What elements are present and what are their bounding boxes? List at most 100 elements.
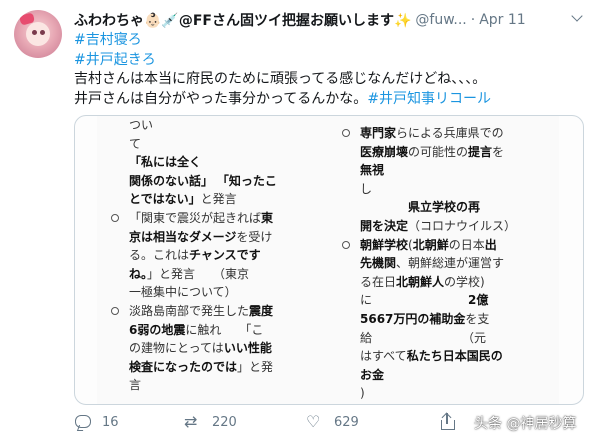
image-text-span: 医療崩壊	[360, 144, 409, 159]
image-text-span: と発言	[200, 192, 237, 207]
image-text-line: 無視	[360, 161, 384, 180]
reply-icon	[74, 413, 92, 431]
image-text-line: 検査になったのでは」と発	[129, 358, 273, 377]
image-text-line: 「関東で震災が起きれば東	[111, 209, 274, 228]
image-text-span: 私たち日本国民の	[406, 349, 503, 364]
image-text-span: 」と発言 （東京	[147, 266, 250, 281]
image-text-span: 東	[261, 211, 274, 225]
image-text-span: の日本	[448, 237, 485, 252]
image-text-span: 一極集中について）	[129, 285, 237, 300]
image-text-span: チャンスです	[189, 248, 261, 263]
image-text-line: 淡路島南部で発生した震度	[111, 302, 274, 321]
image-text-span: 5667万円の補助金	[360, 312, 466, 326]
attached-image-card[interactable]: ついて「私には全く 関係のない話」 「知ったこ とではない」と発言 「関東で震災が起き…	[74, 115, 584, 405]
image-text-span: に	[360, 293, 469, 308]
bullet-icon	[111, 307, 119, 315]
image-text-line: て	[129, 135, 141, 154]
image-text-span: の学校)	[444, 274, 485, 289]
hashtag-link[interactable]: #井戸起きろ	[74, 52, 156, 68]
image-text-span: に触れ 「こ	[185, 322, 264, 337]
image-text-span: 6弱の地震	[129, 322, 186, 337]
image-text-span: し	[360, 181, 373, 196]
image-text-span: の建物にとっては	[129, 341, 224, 356]
image-text-span: お金	[360, 367, 385, 382]
image-text-line: の建物にとってはいい性能	[129, 339, 272, 358]
image-text-line: 5667万円の補助金を支	[360, 310, 489, 329]
image-text-span: つい	[129, 118, 154, 132]
bullet-icon	[342, 240, 350, 249]
image-text-span: る在日	[360, 274, 397, 289]
display-name[interactable]: ふわわちゃ👶🏻💉@FFさん固ツイ把握お願いします✨	[74, 10, 411, 30]
image-text-span: 県立学校の再	[360, 200, 481, 215]
image-text-span: 京は相当なダメージ	[129, 229, 237, 244]
image-text-span: 「関東で震災が起きれば	[129, 211, 262, 225]
separator-dot: ·	[470, 12, 476, 28]
like-button[interactable]: ♡ 629	[306, 413, 359, 431]
image-text-span: 2億	[468, 293, 489, 308]
image-text-span: 「私には全く	[129, 155, 202, 170]
image-text-span: 震度	[249, 304, 274, 318]
image-text-span: を	[492, 144, 505, 159]
image-text-line: 県立学校の再	[360, 198, 480, 217]
image-text-line: )	[360, 384, 365, 403]
image-text-span: 北朝鮮	[412, 237, 449, 252]
image-text-line: 専門家らによる兵庫県での	[342, 124, 504, 143]
reply-button[interactable]: 16	[74, 413, 119, 431]
image-text-span: )	[360, 386, 365, 401]
image-text-span: 開を決定	[360, 219, 409, 233]
image-text-span: 検査になったのでは	[129, 359, 238, 374]
image-text-span: とではない」	[129, 192, 201, 207]
hashtag-link[interactable]: #井戸知事リコール	[367, 91, 491, 107]
image-text-span: を支	[465, 312, 490, 326]
attached-image: ついて「私には全く 関係のない話」 「知ったこ とではない」と発言 「関東で震災が起き…	[97, 116, 559, 404]
image-text-span: 」と発	[237, 359, 274, 374]
tweet-line: 吉村さんは本当に府民のために頑張ってる感じなんだけどね、、、。	[74, 71, 487, 87]
image-text-span: 提言	[468, 144, 493, 159]
reply-count: 16	[102, 414, 119, 430]
image-text-span: 北朝鮮人	[396, 274, 445, 289]
hashtag-link[interactable]: #吉村寝ろ	[74, 32, 142, 48]
image-text-span: 給 （元	[360, 330, 487, 345]
image-text-line: し	[360, 180, 372, 199]
bullet-icon	[342, 129, 350, 137]
image-text-span: 関係のない話」	[129, 173, 214, 188]
tweet-line: 井戸さんは自分がやった事分かってるんかな。	[74, 90, 368, 107]
image-text-span: 朝鮮学校	[360, 237, 409, 252]
image-text-span: を受け	[236, 229, 273, 244]
image-text-line: る在日北朝鮮人の学校)	[360, 273, 485, 292]
image-text-line: 一極集中について）	[129, 283, 237, 302]
avatar-face	[26, 22, 50, 46]
tweet-text: #吉村寝ろ #井戸起きろ 吉村さんは本当に府民のために頑張ってる感じなんだけどね…	[74, 31, 589, 109]
image-text-span: 出	[484, 237, 497, 252]
image-text-span: の可能性の	[408, 144, 469, 159]
image-text-line: 医療崩壊の可能性の提言を	[360, 143, 504, 162]
image-text-line: ね。」と発言 （東京	[129, 265, 249, 284]
avatar-eye	[40, 30, 45, 35]
image-text-line: 「私には全く	[129, 153, 201, 172]
chevron-down-icon[interactable]	[570, 10, 586, 26]
image-text-line: つい	[129, 116, 153, 135]
image-text-span: 淡路島南部で発生した	[129, 304, 250, 318]
retweet-button[interactable]: ⇄ 220	[184, 413, 237, 431]
image-text-span: 無視	[360, 163, 385, 178]
tweet-date[interactable]: Apr 11	[479, 12, 525, 28]
image-text-line: 朝鮮学校(北朝鮮の日本出	[342, 236, 497, 255]
image-text-line: る。これはチャンスです	[129, 246, 261, 265]
image-text-line: 先機関、朝鮮総連が運営す	[360, 254, 504, 273]
image-text-line: に 2億	[360, 291, 488, 310]
watermark: 头条 @神居秒算	[474, 416, 577, 432]
heart-icon: ♡	[306, 412, 321, 431]
tweet-header: ふわわちゃ👶🏻💉@FFさん固ツイ把握お願いします✨ @fuw... · Apr …	[74, 9, 574, 31]
retweet-count: 220	[212, 414, 237, 430]
like-count: 629	[334, 414, 359, 430]
share-button[interactable]	[438, 412, 466, 431]
image-text-span: はすべて	[360, 349, 407, 364]
user-handle[interactable]: @fuw...	[415, 12, 466, 28]
share-icon	[438, 412, 456, 431]
image-text-line: お金	[360, 366, 384, 385]
retweet-icon: ⇄	[184, 412, 198, 431]
image-text-span: る。これは	[129, 248, 190, 263]
avatar[interactable]	[14, 10, 62, 58]
avatar-eye	[32, 30, 37, 35]
image-text-line: 開を決定（コロナウイルス）	[360, 217, 516, 236]
